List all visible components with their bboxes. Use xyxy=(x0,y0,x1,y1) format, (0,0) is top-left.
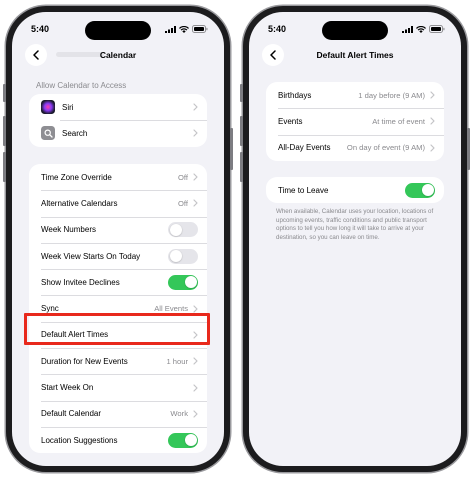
power-button xyxy=(230,128,233,170)
time-to-leave-footer: When available, Calendar uses your locat… xyxy=(276,208,434,241)
row-label: Show Invitee Declines xyxy=(41,277,120,287)
access-row-search[interactable]: Search xyxy=(29,120,207,146)
nav-bar: Default Alert Times xyxy=(249,44,461,68)
settings-row-start-week-on[interactable]: Start Week On xyxy=(29,374,207,400)
row-value: Off xyxy=(178,198,188,208)
settings-row-default-calendar[interactable]: Default Calendar Work xyxy=(29,400,207,427)
show-invitee-declines-toggle[interactable] xyxy=(168,274,198,290)
row-value: 1 day before (9 AM) xyxy=(358,90,425,100)
status-time: 5:40 xyxy=(31,24,50,34)
row-value: Off xyxy=(178,172,188,182)
cellular-icon xyxy=(402,25,413,33)
settings-group: Time Zone Override Off Alternative Calenda… xyxy=(29,164,207,454)
chevron-right-icon xyxy=(193,383,198,392)
battery-icon xyxy=(192,25,208,33)
row-value: 1 hour xyxy=(166,356,188,366)
row-label: Start Week On xyxy=(41,383,94,393)
row-label: Search xyxy=(62,128,88,138)
access-group: Siri Search xyxy=(29,94,207,147)
right-screen: 5:40 Default Alert Times Birthdays 1 day… xyxy=(249,12,461,466)
access-row-siri[interactable]: Siri xyxy=(29,94,207,120)
section-header: Allow Calendar to Access xyxy=(36,81,127,90)
volume-down-button xyxy=(3,152,6,182)
toggle-knob xyxy=(169,223,182,236)
row-label: Default Calendar xyxy=(41,409,102,419)
chevron-right-icon xyxy=(193,357,198,365)
row-label: All-Day Events xyxy=(278,143,331,153)
row-label: Time Zone Override xyxy=(41,172,112,182)
row-value: All Events xyxy=(154,304,188,314)
alert-row-birthdays[interactable]: Birthdays 1 day before (9 AM) xyxy=(266,82,444,108)
wifi-icon xyxy=(416,25,426,33)
row-value: On day of event (9 AM) xyxy=(346,143,425,153)
nav-bar: Calendar xyxy=(12,44,224,68)
page-title: Default Alert Times xyxy=(316,50,394,60)
chevron-right-icon xyxy=(193,305,198,313)
settings-row-duration-for-new-events[interactable]: Duration for New Events 1 hour xyxy=(29,348,207,374)
time-to-leave-group: Time to Leave xyxy=(266,177,444,204)
settings-row-alternative-calendars[interactable]: Alternative Calendars Off xyxy=(29,190,207,216)
row-label: Birthdays xyxy=(278,90,312,100)
row-label: Week Numbers xyxy=(41,225,96,235)
row-label: Week View Starts On Today xyxy=(41,251,141,261)
alert-times-group: Birthdays 1 day before (9 AM) Events At … xyxy=(266,82,444,161)
week-numbers-toggle[interactable] xyxy=(168,222,198,238)
chevron-right-icon xyxy=(193,199,198,208)
action-button xyxy=(3,84,6,102)
battery-icon xyxy=(429,25,445,33)
row-value: At time of event xyxy=(372,116,425,126)
alert-row-events[interactable]: Events At time of event xyxy=(266,108,444,134)
volume-down-button xyxy=(240,152,243,182)
chevron-right-icon xyxy=(430,144,435,152)
row-label: Duration for New Events xyxy=(41,356,128,366)
highlight-box xyxy=(24,313,210,345)
chevron-right-icon xyxy=(193,129,198,138)
action-button xyxy=(240,84,243,102)
left-phone: 5:40 Calendar Allow Calendar to Access S… xyxy=(3,6,233,472)
page-title: Calendar xyxy=(99,50,137,60)
siri-icon xyxy=(41,100,55,115)
row-label: Events xyxy=(278,116,303,126)
settings-row-time-zone-override[interactable]: Time Zone Override Off xyxy=(29,164,207,190)
volume-up-button xyxy=(3,116,6,146)
settings-row-week-view-starts-on-today: Week View Starts On Today xyxy=(29,242,207,269)
status-time: 5:40 xyxy=(268,24,287,34)
cellular-icon xyxy=(165,25,176,33)
left-screen: 5:40 Calendar Allow Calendar to Access S… xyxy=(12,12,224,466)
toggle-knob xyxy=(421,184,434,197)
week-view-starts-on-today-toggle[interactable] xyxy=(168,248,198,264)
settings-row-week-numbers: Week Numbers xyxy=(29,216,207,243)
time-to-leave-toggle[interactable] xyxy=(405,182,435,198)
settings-row-show-invitee-declines: Show Invitee Declines xyxy=(29,269,207,295)
volume-up-button xyxy=(240,116,243,146)
chevron-right-icon xyxy=(430,91,435,99)
chevron-right-icon xyxy=(193,103,198,111)
row-label: Siri xyxy=(62,102,74,112)
search-icon xyxy=(41,126,55,141)
row-label: Time to Leave xyxy=(278,185,329,195)
right-phone: 5:40 Default Alert Times Birthdays 1 day… xyxy=(240,6,470,472)
power-button xyxy=(467,128,470,170)
alert-row-all-day-events[interactable]: All-Day Events On day of event (9 AM) xyxy=(266,134,444,161)
toggle-knob xyxy=(184,276,197,289)
status-bar: 5:40 xyxy=(12,24,224,38)
wifi-icon xyxy=(179,25,189,33)
time-to-leave-row: Time to Leave xyxy=(266,177,444,203)
chevron-right-icon xyxy=(193,173,198,181)
row-value: Work xyxy=(170,409,188,419)
chevron-right-icon xyxy=(193,410,198,418)
chevron-right-icon xyxy=(430,117,435,126)
status-bar: 5:40 xyxy=(249,24,461,38)
toggle-knob xyxy=(169,250,182,263)
settings-row-location-suggestions: Location Suggestions xyxy=(29,426,207,453)
toggle-knob xyxy=(184,434,197,447)
row-label: Sync xyxy=(41,304,59,314)
location-suggestions-toggle[interactable] xyxy=(168,432,198,448)
row-label: Location Suggestions xyxy=(41,435,118,445)
row-label: Alternative Calendars xyxy=(41,198,118,208)
